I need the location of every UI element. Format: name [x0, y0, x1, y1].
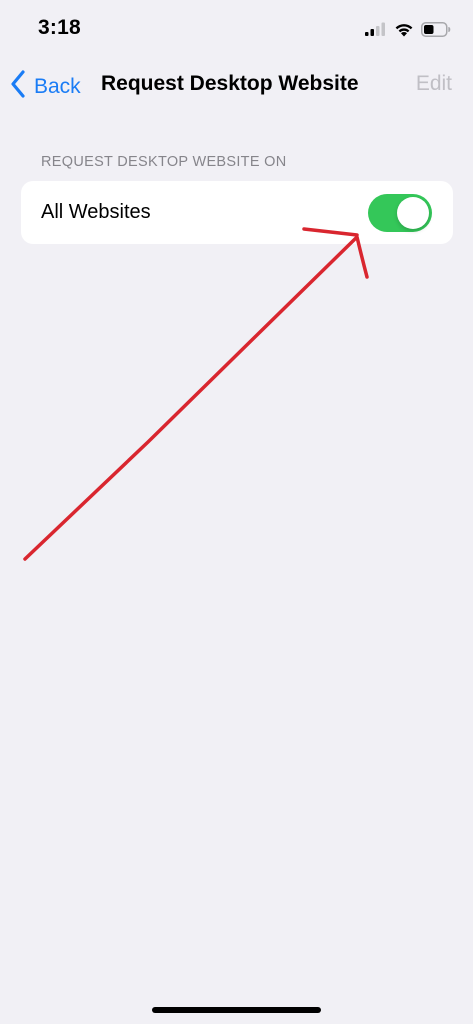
status-icons [365, 18, 451, 40]
chevron-left-icon[interactable] [10, 70, 26, 103]
cellular-signal-icon [365, 22, 387, 36]
status-bar: 3:18 [0, 0, 473, 60]
settings-group: All Websites [21, 181, 453, 244]
toggle-knob[interactable] [397, 197, 429, 229]
edit-button[interactable]: Edit [416, 72, 452, 96]
page-title: Request Desktop Website [101, 72, 359, 95]
all-websites-label: All Websites [41, 201, 151, 223]
battery-icon [421, 21, 451, 37]
back-label[interactable]: Back [34, 75, 81, 99]
section-header: REQUEST DESKTOP WEBSITE ON [41, 154, 287, 170]
status-time: 3:18 [38, 16, 81, 39]
all-websites-toggle[interactable] [368, 194, 432, 232]
home-indicator [152, 1007, 321, 1013]
navigation-bar: Back Request Desktop Website Edit [0, 60, 473, 108]
back-button[interactable]: Back [10, 70, 81, 103]
wifi-icon [394, 22, 414, 37]
